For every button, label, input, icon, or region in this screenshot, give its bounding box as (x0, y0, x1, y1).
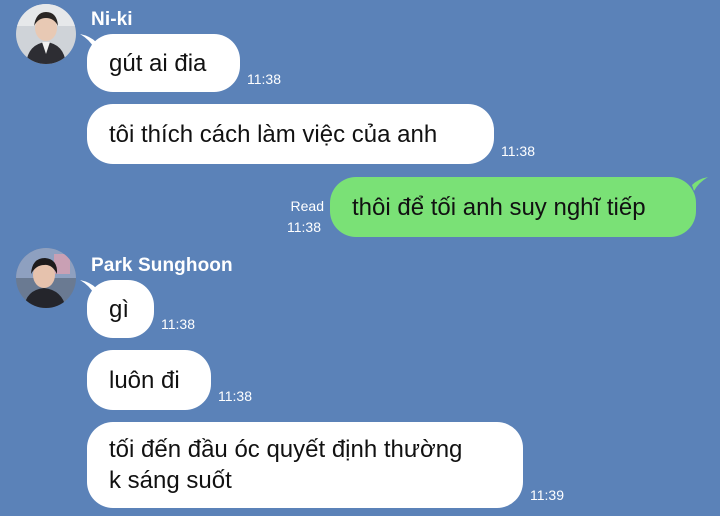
read-receipt: Read (290, 198, 324, 214)
message-text: luôn đi (109, 366, 180, 394)
message-bubble[interactable]: tối đến đầu óc quyết định thường k sáng … (87, 422, 523, 508)
bubble-tail (692, 177, 708, 191)
avatar-icon (16, 248, 76, 308)
message-text: gì (109, 295, 130, 323)
message-bubble[interactable]: gút ai đia (87, 34, 240, 92)
message-time: 11:38 (247, 71, 281, 87)
message-text-line: k sáng suốt (109, 467, 232, 494)
avatar-icon (16, 4, 76, 64)
message-time: 11:39 (530, 487, 564, 503)
message-text: tôi thích cách làm việc của anh (109, 120, 438, 148)
chat-message-list[interactable]: Ni-ki gút ai đia 11:38 tôi thích cách là… (0, 0, 720, 516)
message-time: 11:38 (218, 388, 252, 404)
message-time: 11:38 (287, 219, 321, 235)
message-time: 11:38 (501, 143, 535, 159)
sender-name: Ni-ki (91, 9, 133, 30)
outgoing-message-bubble[interactable]: thôi để tối anh suy nghĩ tiếp (330, 177, 696, 237)
message-bubble[interactable]: luôn đi (87, 350, 211, 410)
sender-avatar-niki[interactable] (16, 4, 76, 64)
message-text: thôi để tối anh suy nghĩ tiếp (352, 193, 646, 221)
sender-name: Park Sunghoon (91, 255, 233, 276)
message-time: 11:38 (161, 316, 195, 332)
message-bubble[interactable]: tôi thích cách làm việc của anh (87, 104, 494, 164)
sender-avatar-park-sunghoon[interactable] (16, 248, 76, 308)
message-bubble[interactable]: gì (87, 280, 154, 338)
message-text: gút ai đia (109, 49, 207, 77)
message-text-line: tối đến đầu óc quyết định thường (109, 436, 463, 463)
